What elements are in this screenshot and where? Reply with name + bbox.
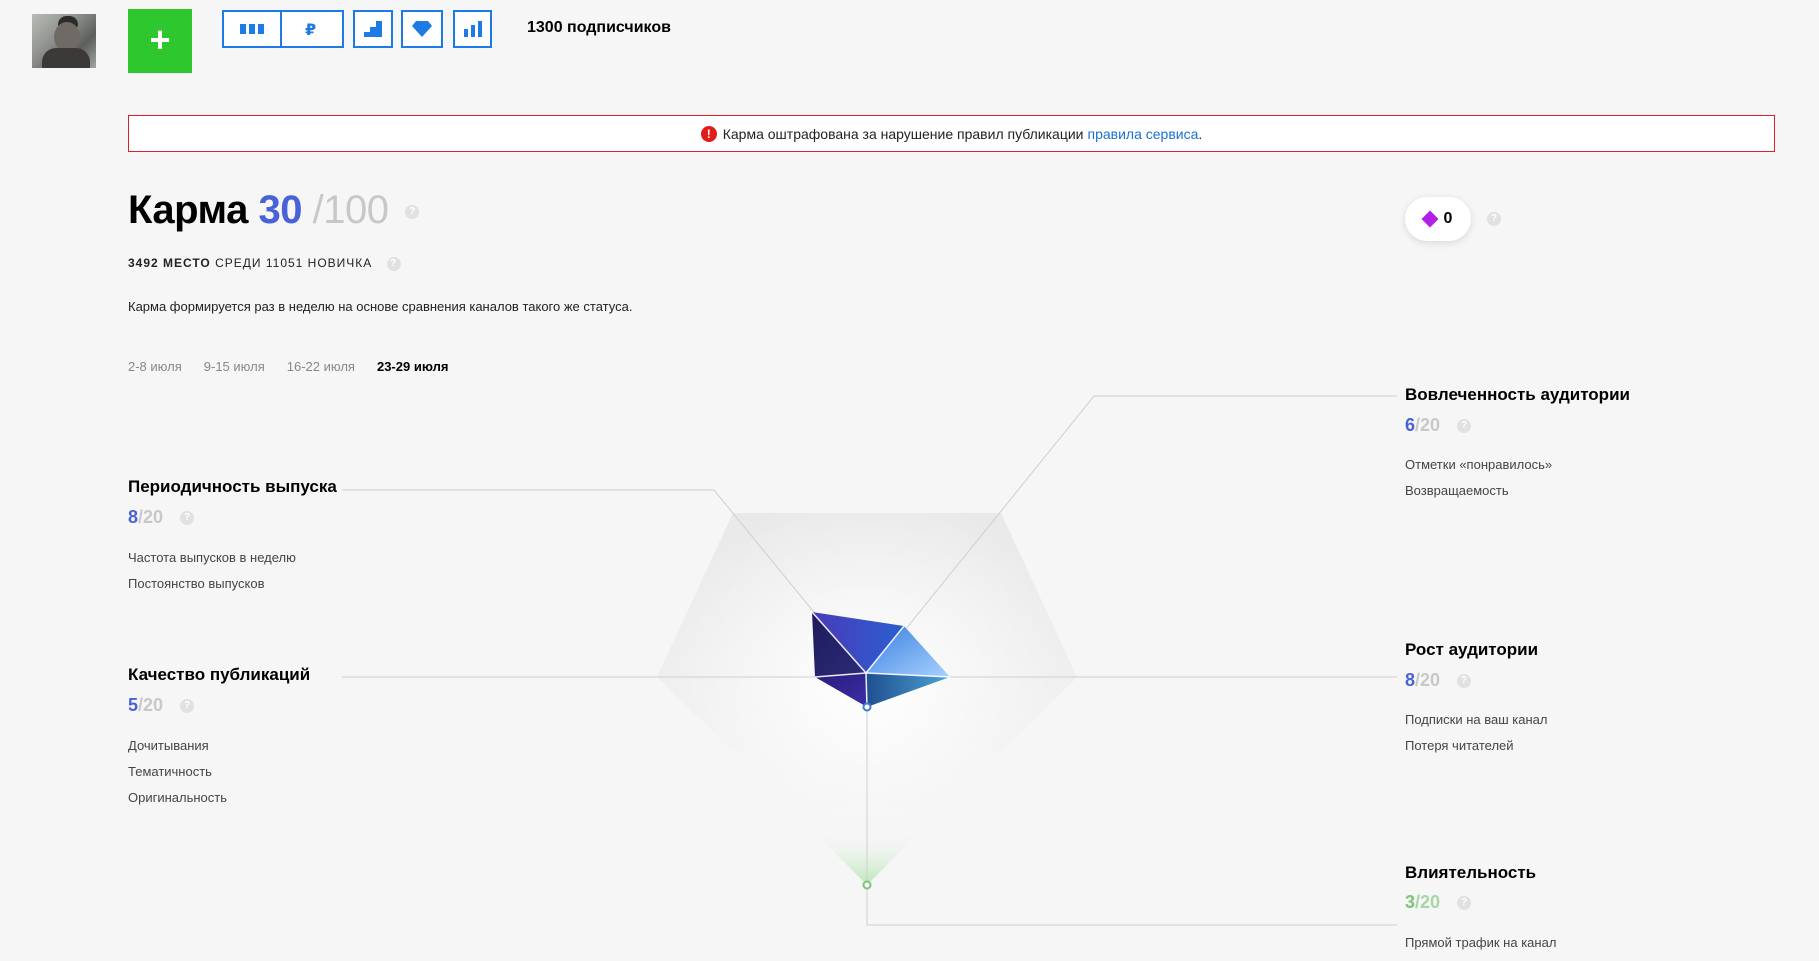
periodicity-title: Периодичность выпуска [128,477,337,496]
growth-item: Потеря читателей [1405,738,1514,753]
quality-max: /20 [138,695,164,715]
periodicity-max: /20 [138,507,164,527]
engagement-item: Отметки «понравилось» [1405,457,1553,472]
quality-item: Оригинальность [128,790,228,805]
periodicity-value: 8 [128,507,139,527]
engagement-score: 6/20 ? [1405,415,1472,436]
engagement-item: Возвращаемость [1405,483,1509,498]
influence-title: Влиятельность [1405,863,1537,882]
influence-help-icon[interactable]: ? [1457,896,1472,911]
growth-score: 8/20 ? [1405,670,1472,691]
engagement-help-icon[interactable]: ? [1457,419,1472,434]
periodicity-score: 8/20 ? [128,507,195,528]
quality-score: 5/20 ? [128,695,195,716]
influence-score: 3/20 ? [1405,892,1472,913]
periodicity-item: Постоянство выпусков [128,576,265,591]
influence-point [862,880,872,890]
engagement-value: 6 [1405,415,1416,435]
quality-title: Качество публикаций [128,665,311,684]
influence-value: 3 [1405,892,1416,912]
engagement-title: Вовлеченность аудитории [1405,385,1630,404]
periodicity-item: Частота выпусков в неделю [128,550,296,565]
growth-item: Подписки на ваш канал [1405,712,1548,727]
quality-value: 5 [128,695,139,715]
gem-bottom-point [862,702,872,712]
influence-max: /20 [1415,892,1441,912]
quality-item: Тематичность [128,764,212,779]
growth-max: /20 [1415,670,1441,690]
engagement-max: /20 [1415,415,1441,435]
growth-help-icon[interactable]: ? [1457,674,1472,689]
influence-item: Прямой трафик на канал [1405,935,1557,950]
quality-item: Дочитывания [128,738,209,753]
growth-title: Рост аудитории [1405,640,1539,659]
periodicity-help-icon[interactable]: ? [180,511,195,526]
growth-value: 8 [1405,670,1416,690]
quality-help-icon[interactable]: ? [180,699,195,714]
